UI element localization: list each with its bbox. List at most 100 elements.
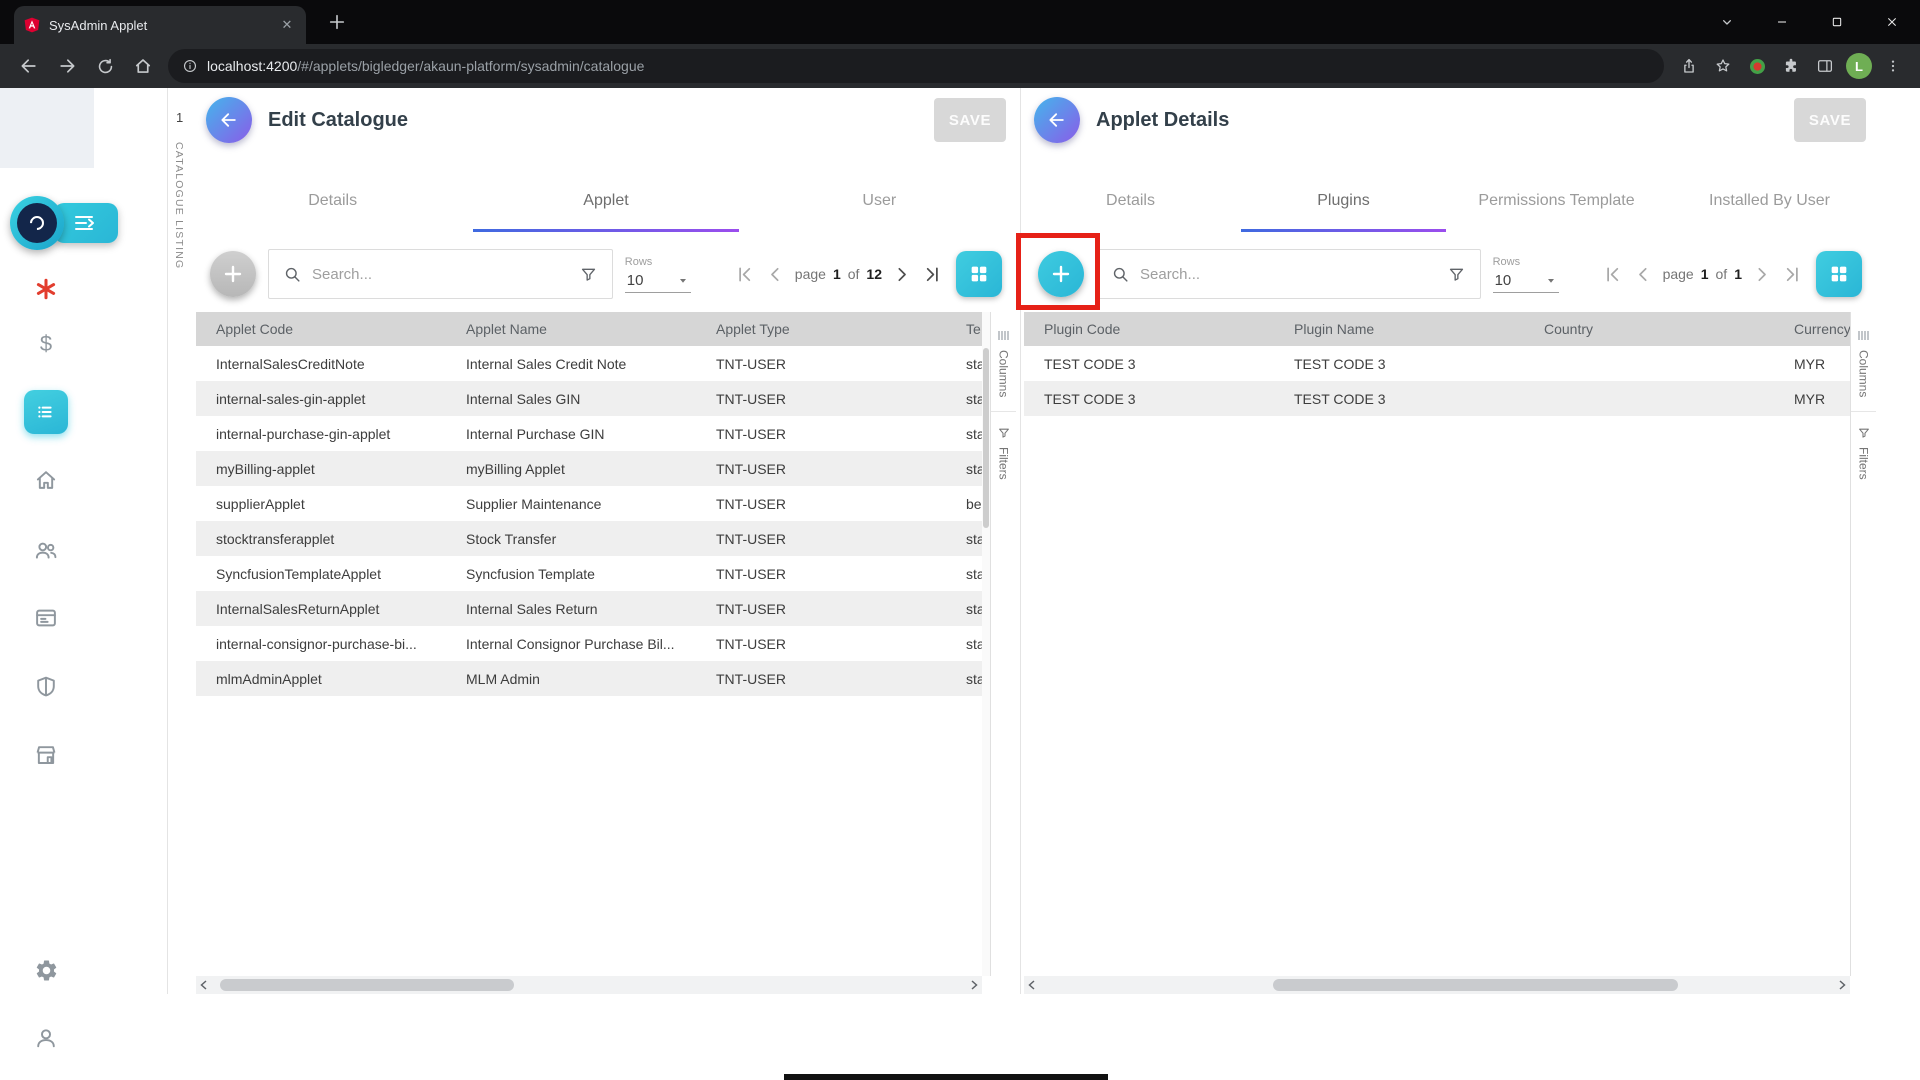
scroll-right-icon[interactable] (966, 980, 982, 990)
back-button[interactable] (206, 97, 252, 143)
rows-select[interactable]: 10 (1493, 271, 1559, 293)
table-row[interactable]: InternalSalesCreditNoteInternal Sales Cr… (196, 346, 982, 381)
sidebar-item-cards[interactable] (22, 594, 70, 642)
browser-menu-icon[interactable] (1876, 48, 1910, 84)
extension-badge-icon[interactable] (1740, 48, 1774, 84)
table-row[interactable]: SyncfusionTemplateAppletSyncfusion Templ… (196, 556, 982, 591)
table-row[interactable]: myBilling-appletmyBilling AppletTNT-USER… (196, 451, 982, 486)
previous-page-button[interactable] (764, 262, 788, 286)
tab-permissions-template[interactable]: Permissions Template (1450, 170, 1663, 232)
scroll-right-icon[interactable] (1834, 980, 1850, 990)
column-header[interactable]: Te (946, 312, 982, 346)
table-row[interactable]: TEST CODE 3TEST CODE 3MYR (1024, 346, 1850, 381)
new-tab-button[interactable] (322, 7, 352, 37)
table-cell: myBilling Applet (446, 451, 696, 486)
sidebar-item-settings[interactable] (22, 946, 70, 994)
save-button[interactable]: SAVE (934, 98, 1006, 142)
bookmark-star-icon[interactable] (1706, 48, 1740, 84)
scrollbar-thumb[interactable] (1273, 979, 1678, 991)
table-cell: sta (946, 591, 982, 626)
sidebar-item-finance[interactable]: $ (22, 320, 70, 368)
tab-close-icon[interactable]: ✕ (278, 16, 296, 34)
tab-plugins[interactable]: Plugins (1237, 170, 1450, 232)
forward-icon[interactable] (48, 47, 86, 85)
column-header[interactable]: Plugin Code (1024, 312, 1274, 346)
table-cell: TNT-USER (696, 346, 946, 381)
url-bar[interactable]: localhost:4200/#/applets/bigledger/akaun… (168, 49, 1664, 83)
last-page-button[interactable] (920, 262, 944, 286)
app-logo-icon[interactable] (10, 196, 64, 250)
tab-search-icon[interactable] (1699, 0, 1754, 44)
next-page-button[interactable] (1749, 262, 1773, 286)
window-maximize-button[interactable] (1809, 0, 1864, 44)
sidebar-item-security[interactable] (22, 663, 70, 711)
table-row[interactable]: TEST CODE 3TEST CODE 3MYR (1024, 381, 1850, 416)
home-icon[interactable] (124, 47, 162, 85)
grid-view-button[interactable] (956, 251, 1002, 297)
tab-applet[interactable]: Applet (469, 170, 742, 232)
back-icon[interactable] (10, 47, 48, 85)
column-header[interactable]: Currency (1774, 312, 1850, 346)
table-cell: TNT-USER (696, 591, 946, 626)
save-button[interactable]: SAVE (1794, 98, 1866, 142)
tab-details[interactable]: Details (196, 170, 469, 232)
next-page-button[interactable] (889, 262, 913, 286)
column-header[interactable]: Applet Name (446, 312, 696, 346)
filter-icon[interactable] (1447, 265, 1466, 284)
add-button[interactable] (210, 251, 256, 297)
filters-toggle[interactable]: Filters (1857, 422, 1871, 484)
first-page-button[interactable] (733, 262, 757, 286)
extensions-puzzle-icon[interactable] (1774, 48, 1808, 84)
columns-toggle[interactable]: Columns (1856, 324, 1871, 401)
back-button[interactable] (1034, 97, 1080, 143)
last-page-button[interactable] (1780, 262, 1804, 286)
filter-icon[interactable] (579, 265, 598, 284)
first-page-button[interactable] (1601, 262, 1625, 286)
table-row[interactable]: internal-purchase-gin-appletInternal Pur… (196, 416, 982, 451)
horizontal-scrollbar[interactable] (196, 976, 982, 994)
site-info-icon[interactable] (182, 58, 198, 74)
table-row[interactable]: supplierAppletSupplier MaintenanceTNT-US… (196, 486, 982, 521)
sidebar-item-profile[interactable] (22, 1014, 70, 1062)
filters-toggle[interactable]: Filters (997, 422, 1011, 484)
sidebar-item-home[interactable] (22, 456, 70, 504)
column-header[interactable]: Country (1524, 312, 1774, 346)
table-row[interactable]: mlmAdminAppletMLM AdminTNT-USERsta (196, 661, 982, 696)
table-row[interactable]: internal-sales-gin-appletInternal Sales … (196, 381, 982, 416)
scrollbar-thumb[interactable] (983, 348, 989, 528)
reload-icon[interactable] (86, 47, 124, 85)
vertical-scrollbar[interactable] (982, 312, 990, 976)
sidebar-item-catalogue-active[interactable] (24, 390, 68, 434)
rows-select[interactable]: 10 (625, 271, 691, 293)
column-header[interactable]: Applet Type (696, 312, 946, 346)
previous-page-button[interactable] (1632, 262, 1656, 286)
horizontal-scrollbar[interactable] (1024, 976, 1850, 994)
grid-view-button[interactable] (1816, 251, 1862, 297)
share-icon[interactable] (1672, 48, 1706, 84)
window-close-button[interactable] (1864, 0, 1920, 44)
column-header[interactable]: Applet Code (196, 312, 446, 346)
sidebar-item-store[interactable] (22, 731, 70, 779)
table-row[interactable]: internal-consignor-purchase-bi...Interna… (196, 626, 982, 661)
profile-avatar[interactable]: L (1842, 48, 1876, 84)
browser-tab[interactable]: SysAdmin Applet ✕ (14, 6, 306, 44)
columns-toggle[interactable]: Columns (996, 324, 1011, 401)
search-input[interactable] (312, 266, 569, 283)
side-panel-icon[interactable] (1808, 48, 1842, 84)
scroll-left-icon[interactable] (1024, 980, 1040, 990)
search-input[interactable] (1140, 266, 1437, 283)
app-launcher[interactable] (10, 196, 118, 250)
sidebar-item-users[interactable] (22, 526, 70, 574)
table-row[interactable]: InternalSalesReturnAppletInternal Sales … (196, 591, 982, 626)
scrollbar-thumb[interactable] (220, 979, 514, 991)
table-cell: Internal Sales Return (446, 591, 696, 626)
table-row[interactable]: stocktransferappletStock TransferTNT-USE… (196, 521, 982, 556)
tab-user[interactable]: User (743, 170, 1016, 232)
window-minimize-button[interactable] (1754, 0, 1809, 44)
table-area: Plugin CodePlugin NameCountryCurrency TE… (1024, 312, 1876, 976)
scroll-left-icon[interactable] (196, 980, 212, 990)
column-header[interactable]: Plugin Name (1274, 312, 1524, 346)
tab-details[interactable]: Details (1024, 170, 1237, 232)
sidebar-item-red-applet[interactable] (22, 265, 70, 313)
tab-installed-by-user[interactable]: Installed By User (1663, 170, 1876, 232)
